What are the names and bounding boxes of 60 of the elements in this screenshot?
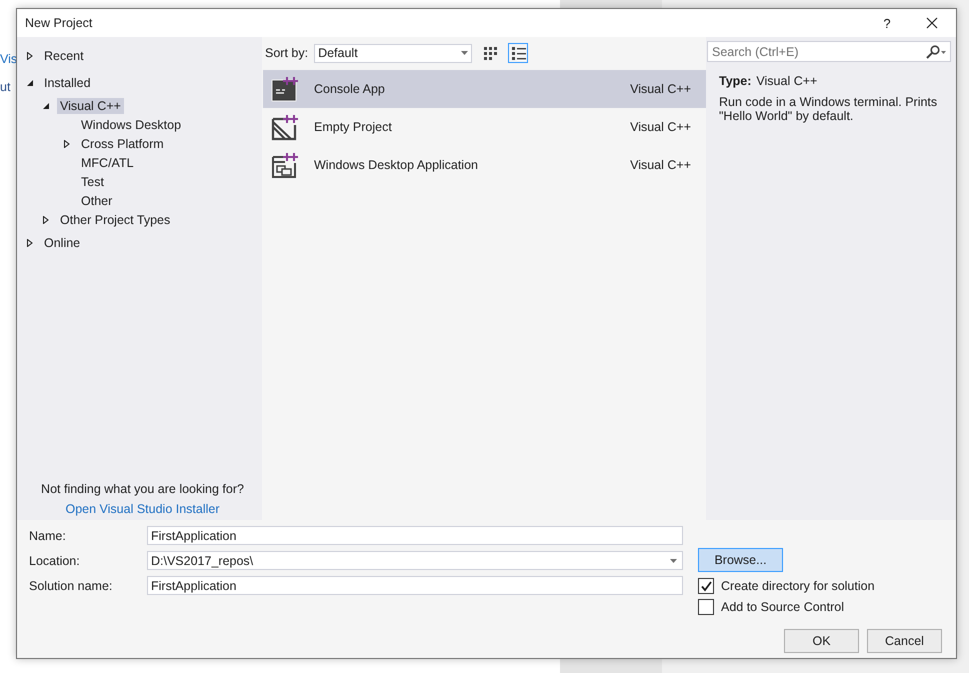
input-field[interactable]: FirstApplication: [147, 576, 683, 595]
background-link[interactable]: ut: [0, 80, 10, 94]
dialog-button[interactable]: Cancel: [867, 629, 942, 653]
help-button[interactable]: ?: [866, 16, 908, 30]
collapsed-arrow-icon[interactable]: [42, 216, 50, 224]
checkbox-label: Create directory for solution: [721, 578, 875, 592]
caret-icon: [670, 559, 677, 563]
tree-item[interactable]: Test: [78, 174, 107, 190]
template-row[interactable]: Console App Visual C++: [263, 70, 706, 108]
template-name: Windows Desktop Application: [314, 158, 479, 172]
location-dropdown[interactable]: D:\VS2017_repos\: [147, 551, 683, 570]
template-name: Console App: [314, 82, 386, 96]
collapsed-arrow-icon[interactable]: [26, 238, 34, 246]
caret-icon: [461, 51, 468, 55]
template-row[interactable]: Windows Desktop Application Visual C++: [263, 146, 706, 184]
tree-item[interactable]: Other: [78, 192, 116, 208]
template-description: Run code in a Windows terminal. Prints "Hello World" by default.: [719, 95, 938, 123]
tree-item[interactable]: Visual C++: [57, 98, 124, 114]
template-language: Visual C++: [630, 82, 691, 96]
hint-text: Not finding what you are looking for?: [41, 482, 244, 496]
tree-item[interactable]: Windows Desktop: [78, 116, 184, 132]
checkbox[interactable]: [698, 598, 714, 614]
sort-dropdown[interactable]: Default: [314, 44, 472, 62]
expanded-arrow-icon[interactable]: [42, 102, 50, 110]
field-label: Solution name:: [29, 578, 114, 594]
template-language: Visual C++: [630, 120, 691, 134]
close-icon: [926, 17, 938, 29]
list-view-button[interactable]: [508, 43, 528, 63]
checkbox-label: Add to Source Control: [721, 600, 844, 614]
tree-item[interactable]: Online: [41, 234, 84, 250]
console-window-icon: [271, 75, 299, 103]
input-field[interactable]: FirstApplication: [147, 526, 683, 545]
sort-label: Sort by:: [265, 46, 308, 60]
tree-item[interactable]: MFC/ATL: [78, 154, 137, 170]
list-view-icon: [510, 44, 527, 62]
template-name: Empty Project: [314, 120, 393, 134]
collapsed-arrow-icon[interactable]: [26, 52, 34, 60]
expanded-arrow-icon[interactable]: [26, 78, 34, 86]
tree-item[interactable]: Cross Platform: [78, 136, 167, 152]
search-field[interactable]: Search (Ctrl+E): [707, 41, 951, 62]
template-language: Visual C++: [630, 158, 691, 172]
field-label: Location:: [29, 552, 81, 570]
search-icon[interactable]: [926, 45, 946, 59]
dialog-button[interactable]: OK: [784, 629, 859, 653]
empty-folder-icon: [271, 113, 299, 141]
template-row[interactable]: Empty Project Visual C++: [263, 108, 706, 146]
type-value: Visual C++: [756, 74, 818, 88]
window-title: New Project: [25, 16, 94, 30]
type-label: Type:: [719, 74, 752, 88]
tree-item[interactable]: Recent: [41, 48, 87, 64]
installer-link[interactable]: Open Visual Studio Installer: [65, 502, 220, 516]
desktop-windows-icon: [271, 151, 299, 179]
tree-item[interactable]: Other Project Types: [57, 212, 174, 228]
collapsed-arrow-icon[interactable]: [63, 140, 71, 148]
checkbox[interactable]: [698, 578, 714, 594]
tree-item[interactable]: Installed: [41, 74, 94, 90]
browse-button[interactable]: Browse...: [698, 548, 783, 572]
background-link[interactable]: Vis: [0, 52, 18, 66]
grid-view-icon: [482, 44, 499, 62]
field-label: Name:: [29, 528, 67, 544]
